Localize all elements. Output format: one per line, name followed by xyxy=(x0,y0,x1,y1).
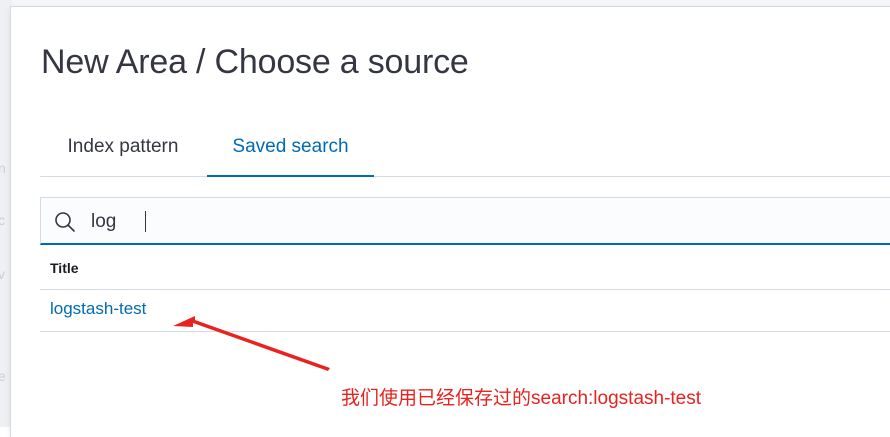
column-header-title[interactable]: Title xyxy=(50,260,79,276)
search-input[interactable] xyxy=(89,206,890,238)
tab-saved-search[interactable]: Saved search xyxy=(207,127,374,177)
table-header: Title xyxy=(40,250,890,290)
modal-title: New Area / Choose a source xyxy=(41,43,469,81)
background-glyph: c xyxy=(0,212,5,228)
tab-index-pattern[interactable]: Index pattern xyxy=(40,127,206,176)
saved-search-table: Title logstash-test xyxy=(40,250,890,332)
saved-search-link[interactable]: logstash-test xyxy=(50,299,146,319)
background-glyph: v xyxy=(0,266,5,282)
choose-source-modal: New Area / Choose a source Index pattern… xyxy=(10,6,890,437)
annotation-text: 我们使用已经保存过的search:logstash-test xyxy=(341,388,702,409)
table-row[interactable]: logstash-test xyxy=(40,290,890,332)
source-tabs: Index pattern Saved search xyxy=(40,127,890,177)
search-field[interactable] xyxy=(40,197,890,245)
background-glyph: n xyxy=(0,160,6,176)
search-icon xyxy=(55,212,75,232)
background-glyph: e xyxy=(0,368,6,384)
text-caret xyxy=(145,211,146,232)
